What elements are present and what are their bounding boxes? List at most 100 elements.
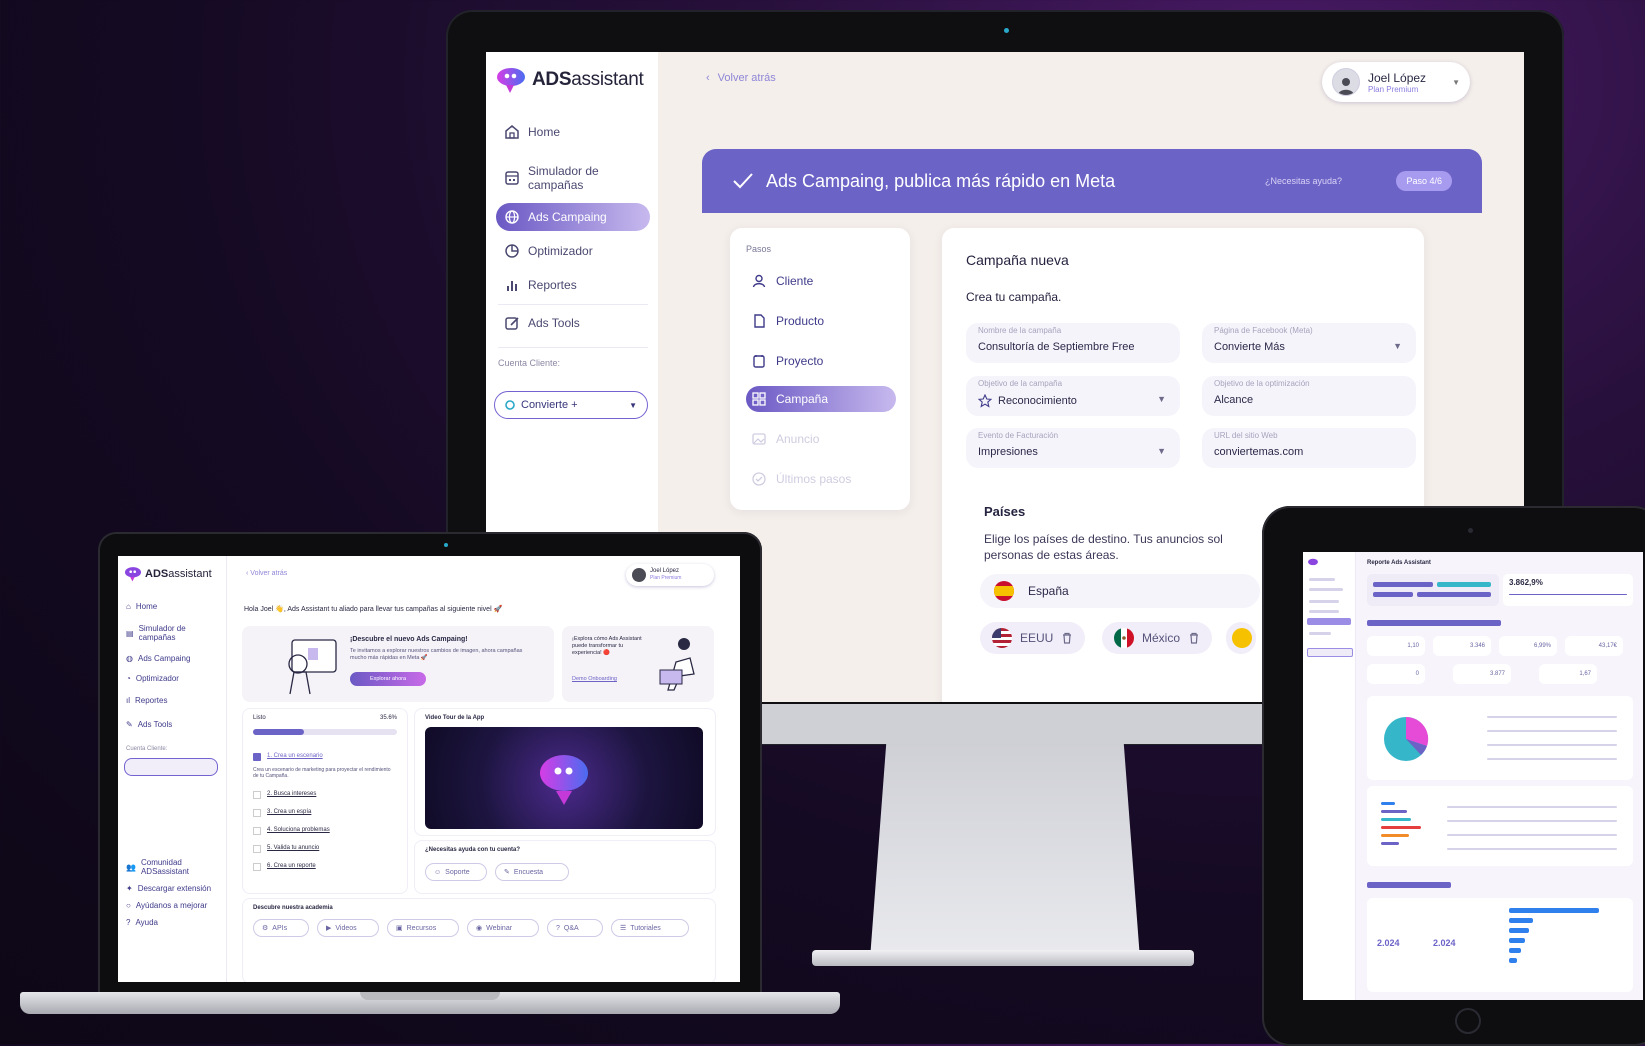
step-proyecto[interactable]: Proyecto [746,348,896,374]
progress-value: 35.6% [379,715,397,721]
academy-tag-recursos[interactable]: ▣ Recursos [387,919,459,937]
checkbox-icon[interactable] [253,827,261,835]
nav-item[interactable] [1309,578,1335,581]
promo-text: Te invitamos a explorar nuestros cambios… [350,648,523,661]
user-plan: Plan Premium [650,575,682,581]
nav-item[interactable] [1309,600,1339,603]
sidebar-item-simulador[interactable]: Simulador de campañas [496,158,650,198]
usa-flag-icon [992,628,1012,648]
checkbox-checked-icon[interactable] [253,753,261,761]
home-button[interactable] [1455,1008,1481,1034]
step-campana[interactable]: Campaña [746,386,896,412]
help-link[interactable]: ¿Necesitas ayuda? [1265,176,1342,186]
task-item[interactable]: 1. Crea un escenario [267,753,323,759]
nav-item[interactable] [1309,632,1331,635]
bar [1381,826,1421,829]
community-link[interactable]: 👥 Comunidad ADSassistant [126,858,216,876]
campaign-name-field[interactable]: Nombre de la campaña Consultoría de Sept… [966,323,1180,363]
task-description: Crea un escenario de marketing para proy… [253,767,391,779]
tasks-card: Listo 35.6% 1. Crea un escenario Crea un… [242,708,408,894]
nav-label: Ads Tools [137,720,173,729]
campaign-objective-select[interactable]: Objetivo de la campaña Reconocimiento ▼ [966,376,1180,416]
country-chip-more[interactable] [1226,622,1256,654]
checkbox-icon[interactable] [253,845,261,853]
filter-chip[interactable] [1437,582,1491,587]
client-account-select[interactable] [124,758,218,776]
academy-tag-videos[interactable]: ▶ Videos [317,919,379,937]
sidebar-item-optimizador[interactable]: ◔ Optimizador [126,674,179,683]
filter-chip[interactable] [1373,582,1433,587]
country-chip-eeuu[interactable]: EEUU [980,622,1086,654]
spain-flag-icon [994,581,1014,601]
country-chip-mexico[interactable]: México [1102,622,1213,654]
sidebar-item-optimizador[interactable]: Optimizador [496,238,650,264]
sidebar-item-ads-campaing[interactable]: ◍ Ads Campaing [126,654,190,663]
filter-chip[interactable] [1373,592,1413,597]
user-menu[interactable]: Joel López Plan Premium ▼ [1322,62,1470,102]
task-item[interactable]: 5. Valida tu anuncio [267,845,319,851]
sidebar-item-home[interactable]: ⌂ Home [126,602,157,611]
academy-tag-apis[interactable]: ⚙ APIs [253,919,309,937]
video-player[interactable] [425,727,703,829]
help-title: ¿Necesitas ayuda con tu cuenta? [425,847,521,853]
sidebar-item-ads-tools[interactable]: ✎ Ads Tools [126,720,172,729]
task-item[interactable]: 4. Soluciona problemas [267,827,330,833]
academy-tag-webinar[interactable]: ◉ Webinar [467,919,539,937]
trash-icon[interactable] [1061,632,1073,644]
demo-onboarding-link[interactable]: Demo Onboarding [572,676,617,682]
chevron-left-icon: ‹ [706,72,710,84]
tablet-screen: Reporte Ads Assistant 3.862,9% 1,10 3.34… [1303,552,1643,1000]
sidebar-item-home[interactable]: Home [496,118,650,146]
sidebar-item-ads-campaing[interactable]: Ads Campaing [496,203,650,231]
globe-icon: ◍ [126,654,133,663]
client-select[interactable] [1307,648,1353,657]
support-button[interactable]: ☺ Soporte [425,863,487,881]
task-item[interactable]: 6. Crea un reporte [267,863,316,869]
chevron-down-icon: ▼ [629,400,637,410]
website-url-field[interactable]: URL del sitio Web conviertemas.com [1202,428,1416,468]
checkbox-icon[interactable] [253,809,261,817]
academy-tag-qa[interactable]: ? Q&A [547,919,603,937]
sidebar-divider [498,347,648,348]
help-link[interactable]: ? Ayuda [126,918,158,927]
step-cliente[interactable]: Cliente [746,268,896,294]
kpi-card: 0 [1367,664,1425,684]
sidebar-item-ads-tools[interactable]: Ads Tools [496,310,650,336]
billing-event-select[interactable]: Evento de Facturación Impresiones ▼ [966,428,1180,468]
step-producto[interactable]: Producto [746,308,896,334]
country-select[interactable]: España [980,574,1260,608]
sidebar-item-simulador[interactable]: ▤ Simulador de campañas [126,624,216,642]
task-item[interactable]: 2. Busca intereses [267,791,316,797]
sidebar-item-reportes[interactable]: Reportes [496,272,650,298]
download-extension-link[interactable]: ✦ Descargar extensión [126,884,211,893]
client-account-label: Cuenta Cliente: [126,746,168,752]
trash-icon[interactable] [1188,632,1200,644]
field-value: Reconocimiento [998,395,1077,407]
checkbox-icon[interactable] [253,863,261,871]
facebook-page-select[interactable]: Página de Facebook (Meta) Convierte Más … [1202,323,1416,363]
back-link[interactable]: ‹ Volver atrás [706,72,776,84]
feedback-link[interactable]: ○ Ayúdanos a mejorar [126,901,207,910]
academy-tag-tutoriales[interactable]: ☰ Tutoriales [611,919,689,937]
nav-item[interactable] [1309,588,1343,591]
survey-button[interactable]: ✎ Encuesta [495,863,569,881]
nav-item[interactable] [1309,610,1339,613]
client-account-select[interactable]: Convierte + ▼ [494,391,648,419]
filter-chip[interactable] [1417,592,1491,597]
check-icon [733,173,753,189]
optimization-objective-field[interactable]: Objetivo de la optimización Alcance [1202,376,1416,416]
field-label: URL del sitio Web [1214,431,1278,440]
back-link[interactable]: ‹ Volver atrás [246,570,287,577]
user-menu[interactable]: Joel López Plan Premium [626,564,714,586]
nav-item-active[interactable] [1307,618,1351,625]
academy-title: Descubre nuestra academia [253,905,333,911]
avatar [1332,68,1360,96]
onboarding-card: ¡Explora cómo Ads Assistant puede transf… [562,626,714,702]
step-label: Cliente [776,274,814,288]
sidebar-item-reportes[interactable]: ıl Reportes [126,696,167,705]
tag-label: Tutoriales [630,924,661,932]
task-item[interactable]: 3. Crea un espía [267,809,311,815]
explore-button[interactable]: Explorar ahora [350,672,426,686]
tutorial-icon: ☰ [620,925,627,932]
checkbox-icon[interactable] [253,791,261,799]
